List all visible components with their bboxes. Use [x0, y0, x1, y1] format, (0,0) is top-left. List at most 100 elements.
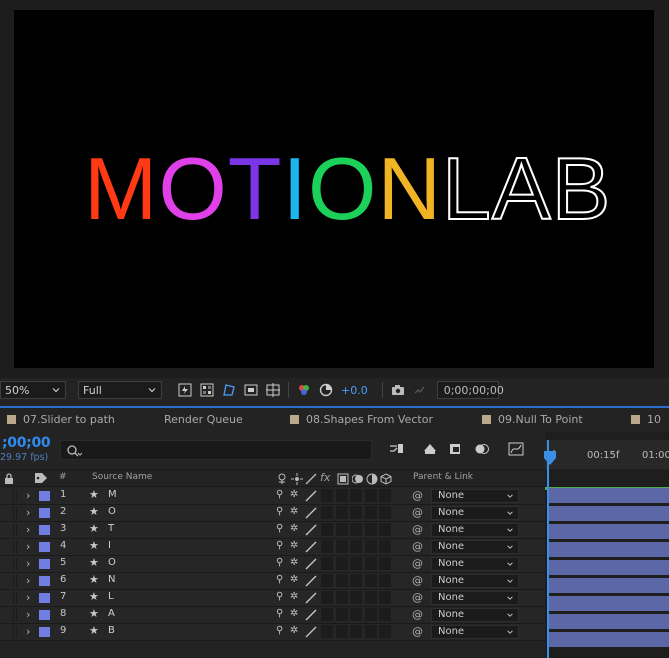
- pickwhip-icon[interactable]: @: [412, 625, 423, 638]
- expand-arrow-icon[interactable]: ›: [26, 625, 30, 638]
- fx-switch[interactable]: [321, 574, 333, 587]
- motion-blur-switch[interactable]: [350, 506, 362, 519]
- layer-name[interactable]: O: [108, 506, 116, 517]
- tab-10[interactable]: 10: [631, 408, 669, 430]
- 3d-switch[interactable]: [379, 489, 391, 502]
- graph-editor-icon[interactable]: [507, 440, 525, 458]
- shy-switch-icon[interactable]: ⚲: [276, 557, 283, 568]
- tab-09-null-to-point[interactable]: 09.Null To Point: [482, 408, 631, 430]
- adjustment-switch[interactable]: [365, 625, 377, 638]
- 3d-switch[interactable]: [379, 557, 391, 570]
- mask-visibility-icon[interactable]: [221, 382, 237, 398]
- fx-switch[interactable]: [321, 625, 333, 638]
- tab-07-slider-to-path[interactable]: 07.Slider to path: [7, 408, 164, 430]
- quality-switch-icon[interactable]: [305, 490, 317, 502]
- adjustment-switch[interactable]: [365, 506, 377, 519]
- layer-duration-bar[interactable]: [549, 506, 669, 521]
- label-color-swatch[interactable]: [39, 627, 50, 637]
- parent-dropdown[interactable]: None: [431, 591, 519, 605]
- layer-name[interactable]: O: [108, 557, 116, 568]
- layer-name[interactable]: B: [108, 625, 115, 636]
- label-color-swatch[interactable]: [39, 593, 50, 603]
- layer-name[interactable]: L: [108, 591, 114, 602]
- expand-arrow-icon[interactable]: ›: [26, 608, 30, 621]
- shy-switch-icon[interactable]: ⚲: [276, 523, 283, 534]
- frame-blending-icon[interactable]: [473, 440, 491, 458]
- label-color-swatch[interactable]: [39, 525, 50, 535]
- fx-switch[interactable]: [321, 557, 333, 570]
- layer-name[interactable]: A: [108, 608, 115, 619]
- timeline-graph[interactable]: 0f 00:15f 01:00: [544, 432, 669, 658]
- zoom-dropdown[interactable]: 50%: [0, 381, 66, 399]
- quality-switch-icon[interactable]: [305, 524, 317, 536]
- layer-name[interactable]: T: [108, 523, 114, 534]
- layer-duration-bar[interactable]: [549, 542, 669, 557]
- frame-blend-switch[interactable]: [336, 608, 348, 621]
- region-of-interest-icon[interactable]: [243, 382, 259, 398]
- layer-duration-bar[interactable]: [549, 524, 669, 539]
- frame-blend-switch[interactable]: [336, 557, 348, 570]
- adjustment-switch[interactable]: [365, 591, 377, 604]
- frame-blend-switch[interactable]: [336, 523, 348, 536]
- parent-dropdown[interactable]: None: [431, 557, 519, 571]
- label-tag-icon[interactable]: [34, 472, 48, 484]
- time-ruler[interactable]: 0f 00:15f 01:00: [545, 440, 669, 469]
- visibility-toggle[interactable]: [2, 507, 14, 519]
- visibility-toggle[interactable]: [2, 609, 14, 621]
- grid-guides-icon[interactable]: [265, 382, 281, 398]
- layer-row[interactable]: › 4 ★ I ⚲ ✲ @ None: [0, 539, 545, 556]
- current-time-indicator[interactable]: [544, 440, 556, 658]
- fx-switch[interactable]: [321, 591, 333, 604]
- adjustment-switch[interactable]: [365, 608, 377, 621]
- viewer-timecode[interactable]: 0;00;00;00: [436, 381, 504, 399]
- adjustment-switch[interactable]: [365, 489, 377, 502]
- label-color-swatch[interactable]: [39, 576, 50, 586]
- label-color-swatch[interactable]: [39, 559, 50, 569]
- 3d-switch[interactable]: [379, 574, 391, 587]
- layer-duration-bar[interactable]: [549, 614, 669, 629]
- visibility-toggle[interactable]: [2, 524, 14, 536]
- shy-switch-icon[interactable]: ⚲: [276, 591, 283, 602]
- motion-blur-switch[interactable]: [350, 591, 362, 604]
- current-time-display[interactable]: ;00;00: [2, 435, 51, 451]
- shy-switch-icon[interactable]: ⚲: [276, 625, 283, 636]
- collapse-switch-icon[interactable]: ✲: [290, 489, 298, 500]
- expand-arrow-icon[interactable]: ›: [26, 574, 30, 587]
- motion-blur-switch[interactable]: [350, 523, 362, 536]
- layer-row[interactable]: › 3 ★ T ⚲ ✲ @ None: [0, 522, 545, 539]
- motion-blur-switch[interactable]: [350, 574, 362, 587]
- layer-row[interactable]: › 2 ★ O ⚲ ✲ @ None: [0, 505, 545, 522]
- motion-blur-switch[interactable]: [350, 540, 362, 553]
- fx-switch[interactable]: [321, 523, 333, 536]
- layer-name[interactable]: I: [108, 540, 111, 551]
- expand-arrow-icon[interactable]: ›: [26, 540, 30, 553]
- column-source-name[interactable]: Source Name: [92, 472, 152, 482]
- pickwhip-icon[interactable]: @: [412, 557, 423, 570]
- snapshot-icon[interactable]: [390, 382, 406, 398]
- expand-arrow-icon[interactable]: ›: [26, 506, 30, 519]
- layer-search-input[interactable]: [60, 440, 372, 460]
- expand-arrow-icon[interactable]: ›: [26, 591, 30, 604]
- visibility-toggle[interactable]: [2, 626, 14, 638]
- parent-dropdown[interactable]: None: [431, 608, 519, 622]
- collapse-switch-icon[interactable]: ✲: [290, 506, 298, 517]
- exposure-value[interactable]: +0.0: [341, 384, 368, 397]
- layer-row[interactable]: › 5 ★ O ⚲ ✲ @ None: [0, 556, 545, 573]
- channels-icon[interactable]: [296, 382, 312, 398]
- layer-row[interactable]: › 7 ★ L ⚲ ✲ @ None: [0, 590, 545, 607]
- fx-switch[interactable]: [321, 506, 333, 519]
- quality-switch-icon[interactable]: [305, 507, 317, 519]
- show-snapshot-icon[interactable]: [412, 382, 428, 398]
- quality-switch-icon[interactable]: [305, 592, 317, 604]
- column-parent-link[interactable]: Parent & Link: [413, 472, 473, 482]
- collapse-switch-icon[interactable]: ✲: [290, 625, 298, 636]
- frame-blend-switch[interactable]: [336, 489, 348, 502]
- visibility-toggle[interactable]: [2, 558, 14, 570]
- collapse-switch-icon[interactable]: ✲: [290, 557, 298, 568]
- expand-arrow-icon[interactable]: ›: [26, 523, 30, 536]
- fx-switch[interactable]: [321, 540, 333, 553]
- 3d-switch[interactable]: [379, 591, 391, 604]
- frame-blend-switch[interactable]: [336, 591, 348, 604]
- quality-switch-icon[interactable]: [305, 626, 317, 638]
- pickwhip-icon[interactable]: @: [412, 574, 423, 587]
